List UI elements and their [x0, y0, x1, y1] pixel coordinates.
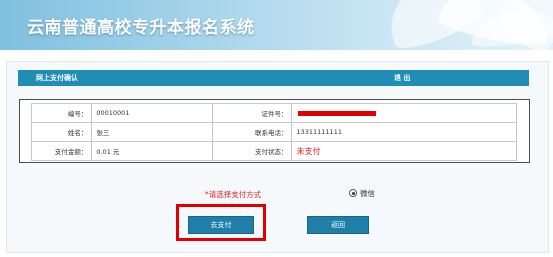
table-row: 姓名： 张三 联系电话： 13311111111 — [30, 122, 517, 142]
id-value — [291, 103, 517, 123]
payment-method-prompt: *请选择支付方式 — [205, 190, 262, 199]
applicant-info-table: 编号： 00010001 证件号： 姓名： 张三 联系电话： 133111111… — [30, 103, 517, 161]
number-value: 00010001 — [91, 103, 213, 123]
name-value: 张三 — [91, 122, 213, 142]
table-row: 编号： 00010001 证件号： — [30, 103, 517, 123]
wechat-label: 微信 — [360, 189, 375, 198]
name-label: 姓名： — [30, 122, 93, 142]
status-label: 支付状态： — [211, 141, 293, 161]
pay-button[interactable]: 去支付 — [188, 216, 254, 234]
panel-header: 网上支付确认 退 出 — [18, 70, 529, 86]
phone-value: 13311111111 — [291, 122, 517, 142]
header-banner: 云南普通高校专升本报名系统 — [0, 0, 553, 50]
system-title: 云南普通高校专升本报名系统 — [27, 18, 255, 38]
wechat-radio-option[interactable]: 微信 — [349, 188, 375, 199]
id-label: 证件号： — [211, 103, 293, 123]
amount-label: 支付金额： — [30, 141, 93, 161]
status-value: 未支付 — [291, 141, 517, 161]
phone-label: 联系电话： — [211, 122, 293, 142]
redaction-bar — [298, 110, 377, 116]
back-button[interactable]: 返回 — [307, 216, 369, 234]
logout-link[interactable]: 退 出 — [394, 73, 410, 83]
radio-selected-icon[interactable] — [349, 189, 357, 197]
table-row: 支付金额： 0.01 元 支付状态： 未支付 — [30, 141, 517, 161]
panel-title: 网上支付确认 — [36, 74, 78, 82]
number-label: 编号： — [30, 103, 93, 123]
payment-confirm-panel: 网上支付确认 退 出 编号： 00010001 证件号： 姓名： 张三 联系电话… — [6, 61, 549, 253]
status-badge: 未支付 — [296, 146, 321, 156]
amount-value: 0.01 元 — [91, 141, 213, 161]
applicant-info-box: 编号： 00010001 证件号： 姓名： 张三 联系电话： 133111111… — [19, 99, 530, 163]
